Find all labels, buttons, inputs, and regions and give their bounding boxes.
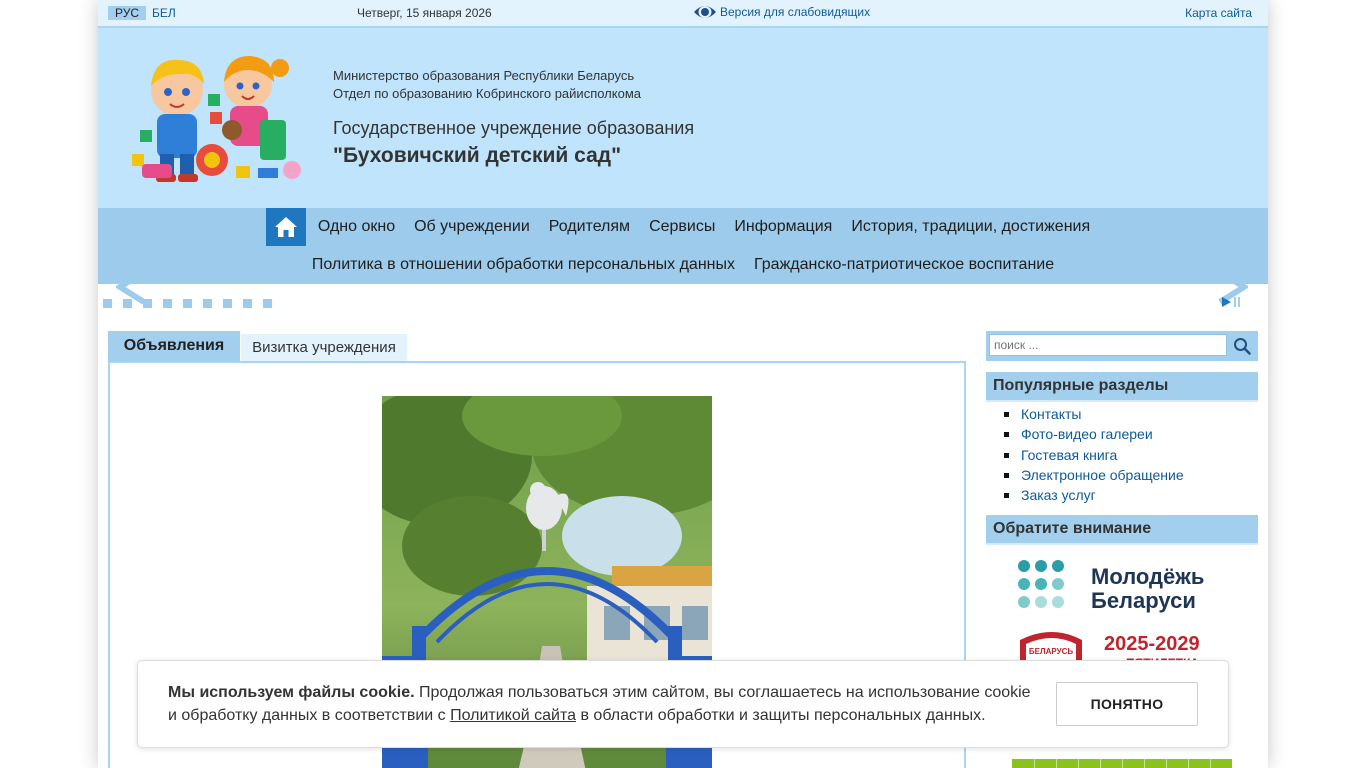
banner1-line1: Молодёжь (1091, 564, 1204, 589)
slider-dots (103, 299, 283, 308)
org-name: "Буховичский детский сад" (333, 144, 622, 167)
slider-dot[interactable] (223, 299, 232, 308)
lang-ru[interactable]: РУС (108, 6, 146, 20)
low-vision-label: Версия для слабовидящих (720, 5, 871, 19)
cookie-accept-button[interactable]: ПОНЯТНО (1056, 682, 1198, 726)
search-button[interactable] (1230, 335, 1254, 357)
attention-heading: Обратите внимание (986, 515, 1258, 545)
cookie-bold: Мы используем файлы cookie. (168, 684, 415, 701)
slider-dot[interactable] (143, 299, 152, 308)
top-bar: РУС БЕЛ Четверг, 15 января 2026 Версия д… (98, 0, 1268, 28)
sitemap-link[interactable]: Карта сайта (1185, 6, 1252, 20)
youth-of-belarus-banner[interactable]: Молодёжь Беларуси (1016, 558, 1226, 614)
nav-item-one-window[interactable]: Одно окно (308, 208, 404, 246)
tab-institution-card[interactable]: Визитка учреждения (241, 334, 407, 361)
pause-icon[interactable] (1234, 297, 1240, 307)
main-nav: Одно окно Об учреждении Родителям Сервис… (98, 208, 1268, 284)
popular-item-guestbook[interactable]: Гостевая книга (995, 445, 1184, 465)
play-icon[interactable] (1222, 297, 1231, 307)
cookie-message: Мы используем файлы cookie. Продолжая по… (168, 681, 1038, 727)
cookie-consent-banner: Мы используем файлы cookie. Продолжая по… (137, 660, 1229, 748)
green-banner[interactable] (1012, 759, 1232, 768)
popular-item-order-services[interactable]: Заказ услуг (995, 485, 1184, 505)
nav-item-privacy-policy[interactable]: Политика в отношении обработки персональ… (302, 246, 744, 284)
ministry-block: Министерство образования Республики Бела… (333, 67, 641, 103)
popular-item-contacts[interactable]: Контакты (995, 404, 1184, 424)
slider-dot[interactable] (203, 299, 212, 308)
ministry-line-1: Министерство образования Республики Бела… (333, 68, 635, 83)
home-icon (275, 217, 298, 237)
search-icon (1234, 338, 1251, 355)
nav-row-1: Одно окно Об учреждении Родителям Сервис… (98, 208, 1268, 246)
popular-sections-list: Контакты Фото-видео галереи Гостевая кни… (995, 404, 1184, 505)
nav-item-information[interactable]: Информация (725, 208, 842, 246)
home-button[interactable] (266, 208, 307, 246)
slider-controls (98, 270, 1268, 316)
slider-dot[interactable] (263, 299, 272, 308)
ministry-line-2: Отдел по образованию Кобринского райиспо… (333, 86, 641, 101)
nav-item-history[interactable]: История, традиции, достижения (842, 208, 1100, 246)
low-vision-link[interactable]: Версия для слабовидящих (693, 3, 870, 21)
current-date: Четверг, 15 января 2026 (357, 6, 492, 20)
popular-sections-heading: Популярные разделы (986, 372, 1258, 402)
org-type: Государственное учреждение образования (333, 118, 695, 138)
popular-item-galleries[interactable]: Фото-видео галереи (995, 424, 1184, 444)
kids-logo-image[interactable] (132, 50, 304, 188)
banner1-line2: Беларуси (1091, 588, 1196, 613)
popular-item-e-appeal[interactable]: Электронное обращение (995, 465, 1184, 485)
tab-announcements[interactable]: Объявления (108, 331, 240, 361)
slider-dot[interactable] (163, 299, 172, 308)
cookie-policy-link[interactable]: Политикой сайта (450, 707, 576, 724)
language-switcher: РУС БЕЛ (108, 6, 180, 20)
slider-playback (1222, 297, 1240, 307)
slider-dot[interactable] (123, 299, 132, 308)
page: РУС БЕЛ Четверг, 15 января 2026 Версия д… (98, 0, 1268, 768)
search-box (986, 331, 1258, 361)
content-tabs: Объявления Визитка учреждения (108, 331, 407, 361)
nav-item-about[interactable]: Об учреждении (405, 208, 540, 246)
nav-item-services[interactable]: Сервисы (640, 208, 725, 246)
slider-dot[interactable] (103, 299, 112, 308)
search-input[interactable] (989, 334, 1227, 356)
cookie-text-2: в области обработки и защиты персональны… (576, 707, 986, 724)
banner2-badge: БЕЛАРУСЬ (1029, 647, 1073, 656)
eye-icon (694, 6, 716, 18)
nav-item-patriotic-education[interactable]: Гражданско-патриотическое воспитание (745, 246, 1064, 284)
slider-dot[interactable] (183, 299, 192, 308)
banner2-years: 2025-2029 (1104, 633, 1200, 655)
nav-item-parents[interactable]: Родителям (539, 208, 639, 246)
slider-dot[interactable] (243, 299, 252, 308)
lang-by[interactable]: БЕЛ (148, 6, 180, 20)
site-header: Министерство образования Республики Бела… (98, 28, 1268, 208)
nav-row-2: Политика в отношении обработки персональ… (98, 246, 1268, 284)
